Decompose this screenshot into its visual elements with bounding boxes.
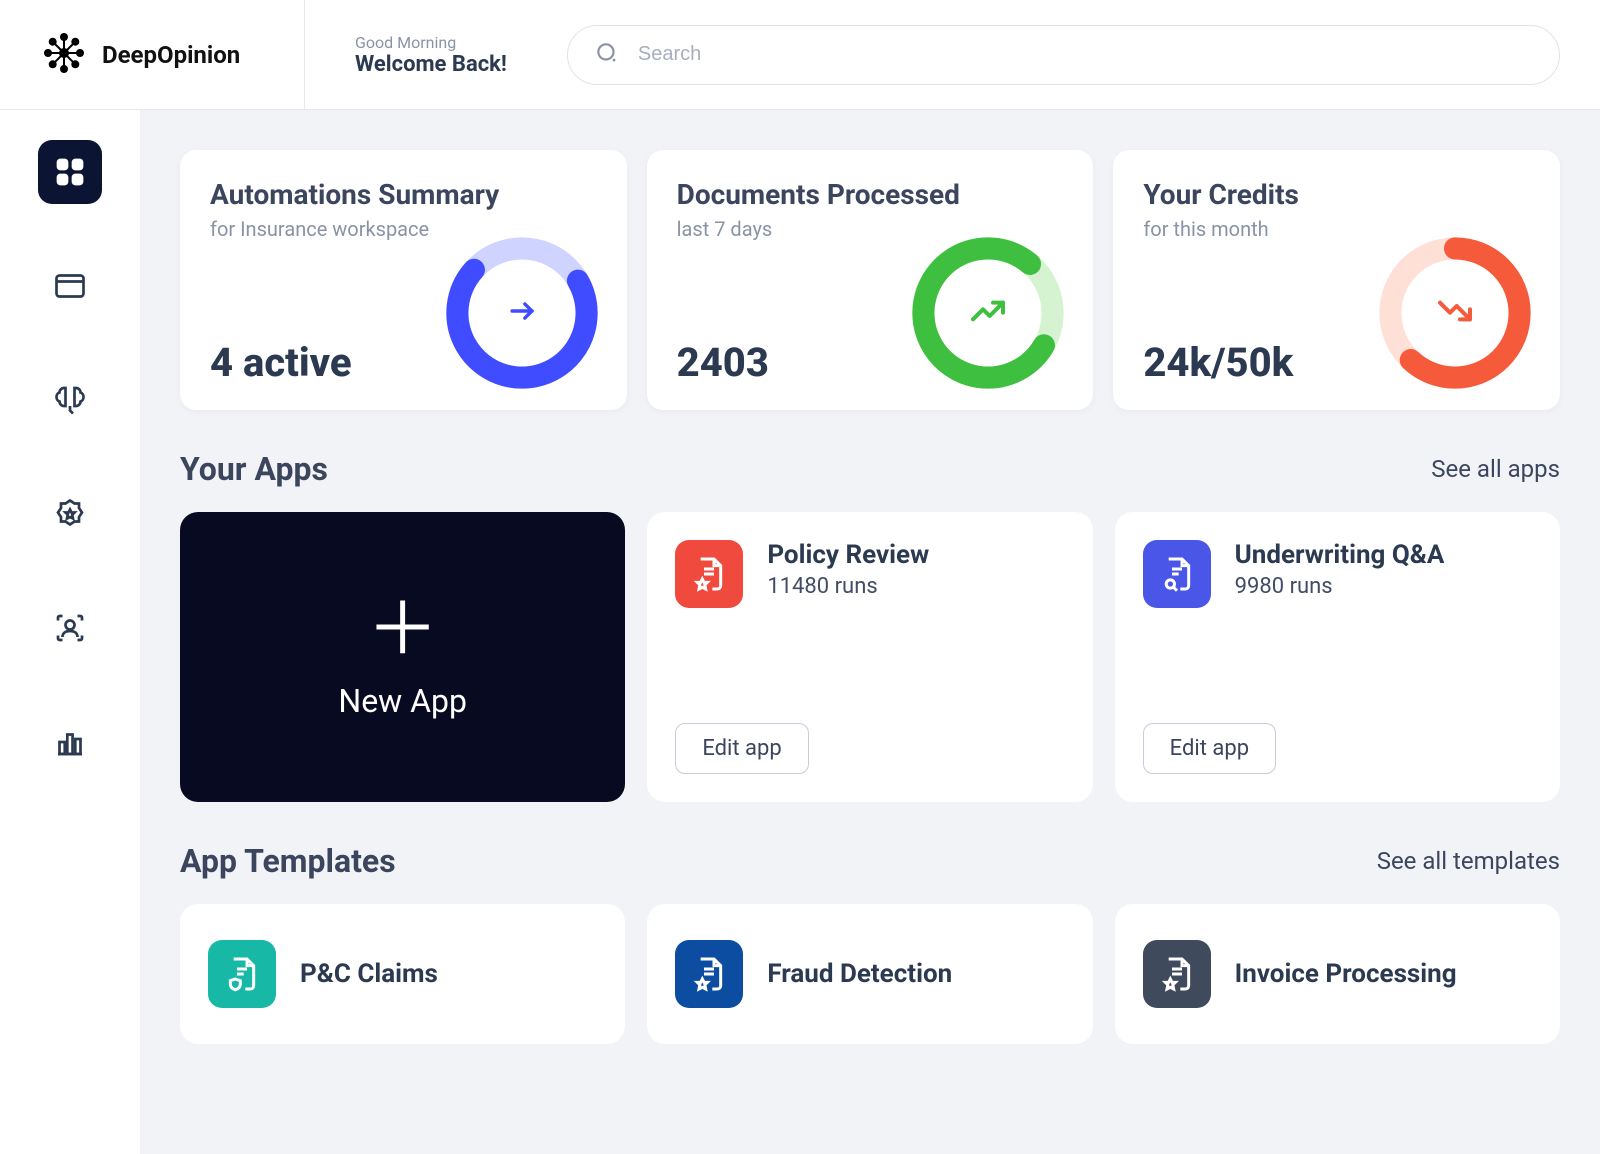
automations-summary-card: Automations Summary for Insurance worksp… <box>180 150 627 410</box>
search-input[interactable] <box>638 43 1533 66</box>
trend-down-icon <box>1435 291 1475 335</box>
search-box[interactable] <box>567 25 1560 85</box>
brand-logo-icon <box>40 29 88 81</box>
template-card-fraud[interactable]: Fraud Detection <box>647 904 1092 1044</box>
document-search-icon <box>1143 540 1211 608</box>
bar-chart-icon <box>52 724 88 760</box>
edit-app-button[interactable]: Edit app <box>1143 723 1276 774</box>
automations-ring <box>437 228 607 398</box>
see-all-apps-link[interactable]: See all apps <box>1431 455 1560 483</box>
card-value: 2403 <box>677 339 769 386</box>
card-title: Your Credits <box>1143 178 1530 211</box>
search-wrap <box>567 25 1560 85</box>
document-shield-icon <box>208 940 276 1008</box>
app-card-underwriting[interactable]: Underwriting Q&A 9980 runs Edit app <box>1115 512 1560 802</box>
nav-users[interactable] <box>38 596 102 660</box>
template-name: Invoice Processing <box>1235 959 1457 989</box>
brain-icon <box>52 382 88 418</box>
new-app-label: New App <box>338 682 467 720</box>
document-star-icon <box>675 540 743 608</box>
nav-analytics[interactable] <box>38 710 102 774</box>
documents-ring <box>903 228 1073 398</box>
card-value: 24k/50k <box>1143 339 1293 386</box>
card-title: Documents Processed <box>677 178 1064 211</box>
brand-area[interactable]: DeepOpinion <box>40 0 305 109</box>
badge-icon <box>52 496 88 532</box>
app-templates-title: App Templates <box>180 842 396 880</box>
app-runs: 9980 runs <box>1235 574 1445 599</box>
new-app-card[interactable]: ＋ New App <box>180 512 625 802</box>
credits-ring <box>1370 228 1540 398</box>
credits-card: Your Credits for this month 24k/50k <box>1113 150 1560 410</box>
nav-dashboard[interactable] <box>38 140 102 204</box>
edit-app-button[interactable]: Edit app <box>675 723 808 774</box>
app-name: Policy Review <box>767 540 929 570</box>
template-card-invoice[interactable]: Invoice Processing <box>1115 904 1560 1044</box>
app-name: Underwriting Q&A <box>1235 540 1445 570</box>
arrow-right-icon <box>505 294 539 332</box>
trend-up-icon <box>968 291 1008 335</box>
template-card-pc-claims[interactable]: P&C Claims <box>180 904 625 1044</box>
your-apps-title: Your Apps <box>180 450 328 488</box>
main-content: Automations Summary for Insurance worksp… <box>140 110 1600 1154</box>
search-icon <box>594 40 620 70</box>
window-icon <box>52 268 88 304</box>
welcome-block: Good Morning Welcome Back! <box>305 33 507 77</box>
welcome-text: Welcome Back! <box>355 52 507 77</box>
see-all-templates-link[interactable]: See all templates <box>1377 847 1560 875</box>
nav-windows[interactable] <box>38 254 102 318</box>
card-title: Automations Summary <box>210 178 597 211</box>
brand-name: DeepOpinion <box>102 41 240 69</box>
card-value: 4 active <box>210 339 352 386</box>
sidebar <box>0 110 140 1154</box>
app-runs: 11480 runs <box>767 574 929 599</box>
template-name: Fraud Detection <box>767 959 952 989</box>
nav-security[interactable] <box>38 482 102 546</box>
nav-ai[interactable] <box>38 368 102 432</box>
greeting-text: Good Morning <box>355 33 507 52</box>
user-scan-icon <box>52 610 88 646</box>
template-name: P&C Claims <box>300 959 438 989</box>
plus-icon: ＋ <box>367 594 439 666</box>
document-star-icon <box>1143 940 1211 1008</box>
document-star-icon <box>675 940 743 1008</box>
grid-icon <box>52 154 88 190</box>
documents-processed-card: Documents Processed last 7 days 2403 <box>647 150 1094 410</box>
app-card-policy-review[interactable]: Policy Review 11480 runs Edit app <box>647 512 1092 802</box>
topbar: DeepOpinion Good Morning Welcome Back! <box>0 0 1600 110</box>
